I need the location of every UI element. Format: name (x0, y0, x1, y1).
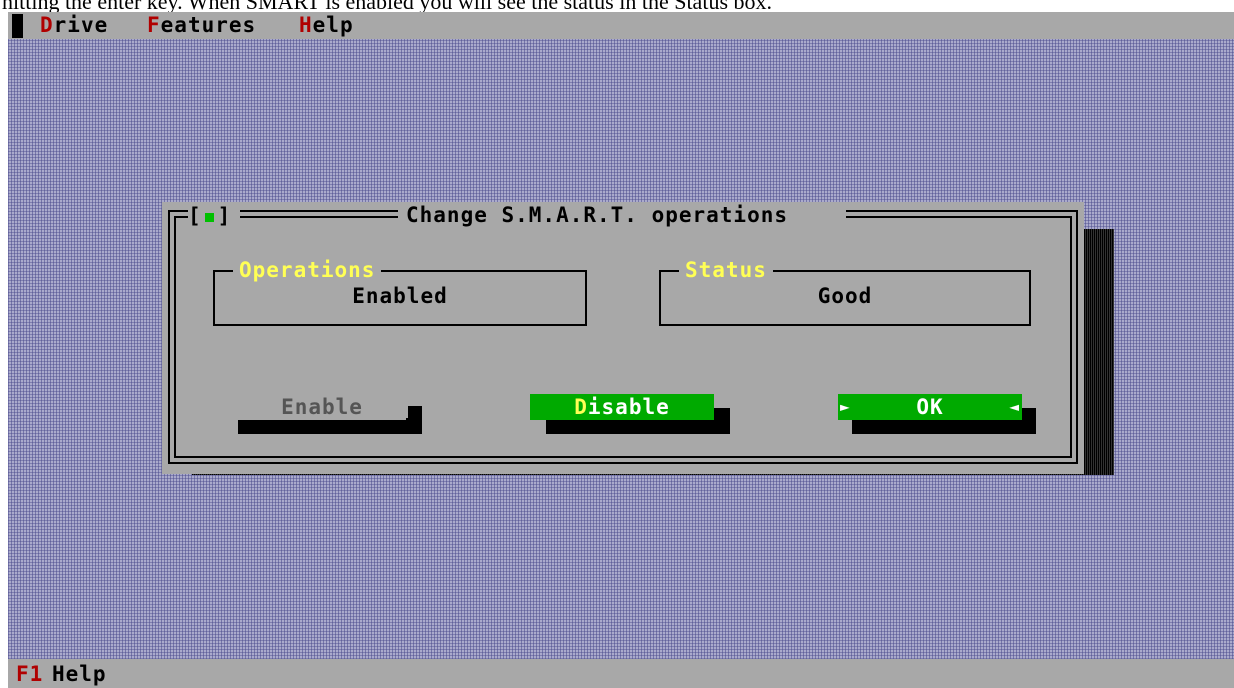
text-cursor (12, 14, 23, 38)
menu-features[interactable]: Features (147, 13, 256, 37)
menu-features-hotkey: F (147, 13, 161, 37)
enable-button-label: Enable (281, 395, 363, 419)
operations-group: Operations Enabled (213, 258, 587, 326)
enable-button[interactable]: Enable (238, 394, 406, 420)
status-value: Good (817, 284, 873, 308)
dialog-title: Change S.M.A.R.T. operations (406, 203, 789, 227)
ok-button[interactable]: ► OK ◄ (838, 394, 1022, 420)
menu-help-hotkey: H (299, 13, 313, 37)
operations-value: Enabled (352, 284, 448, 308)
disable-button[interactable]: Disable (530, 394, 714, 420)
enable-button-shadow-side (408, 406, 422, 434)
status-legend: Status (679, 258, 773, 282)
menu-drive[interactable]: Drive (40, 13, 108, 37)
disable-button-label: isable (587, 395, 670, 419)
menu-help[interactable]: Help (299, 13, 354, 37)
disable-button-hotkey: D (574, 395, 588, 419)
ok-button-label: OK (916, 395, 944, 419)
ok-left-pointer-icon: ► (840, 397, 851, 416)
enable-button-shadow (238, 418, 422, 434)
menu-help-label: elp (312, 13, 354, 37)
menu-features-label: eatures (160, 13, 257, 37)
status-f1-key[interactable]: F1 (16, 662, 43, 686)
close-icon (204, 212, 214, 222)
menu-drive-label: rive (53, 13, 109, 37)
menu-bar: Drive Features Help (8, 12, 1234, 39)
smart-dialog: Change S.M.A.R.T. operations [] Operatio… (162, 202, 1084, 474)
ok-right-pointer-icon: ◄ (1009, 397, 1020, 416)
status-help-label[interactable]: Help (52, 662, 107, 686)
caption-text: hitting the enter key. When SMART is ena… (2, 0, 1234, 12)
status-group: Status Good (659, 258, 1031, 326)
operations-legend: Operations (233, 258, 382, 282)
menu-drive-hotkey: D (40, 13, 54, 37)
close-button[interactable]: [] (188, 202, 240, 230)
status-bar: F1 Help (8, 659, 1234, 688)
